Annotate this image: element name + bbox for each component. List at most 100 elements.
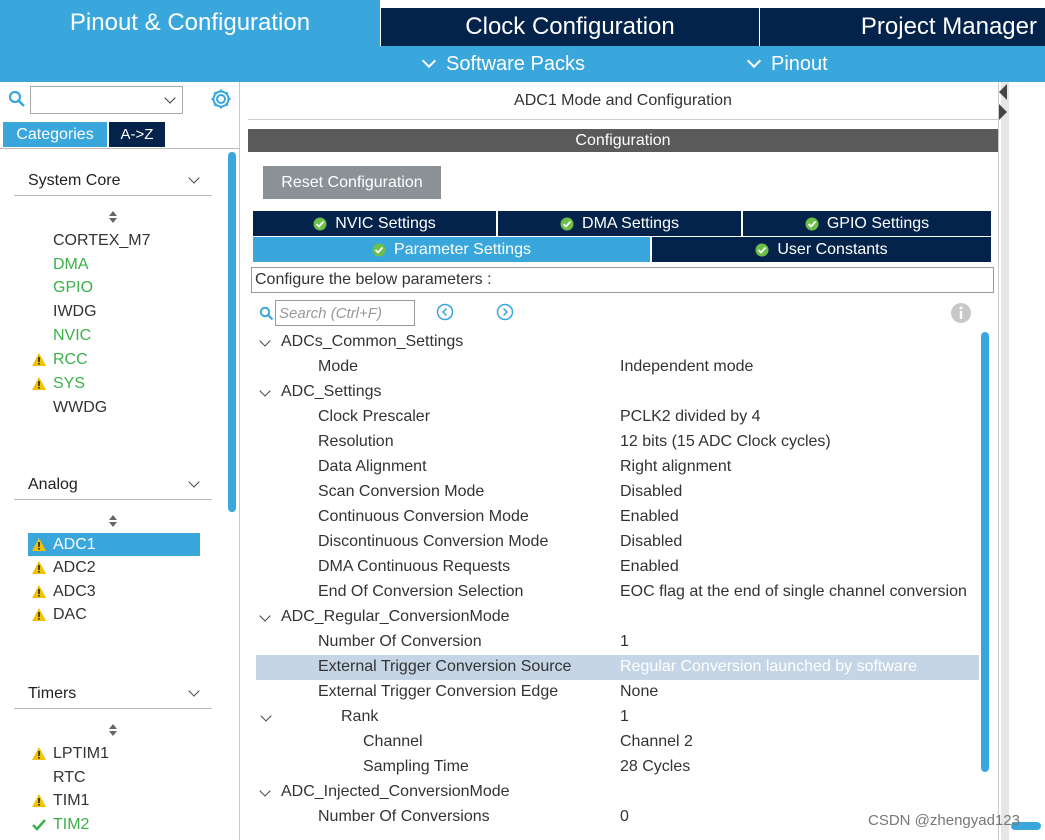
peripheral-label: LPTIM1	[53, 744, 110, 762]
tab-project-manager[interactable]: Project Manager	[760, 8, 1045, 46]
reset-configuration-button[interactable]: Reset Configuration	[263, 166, 441, 199]
parameter-value[interactable]: Enabled	[620, 508, 679, 526]
tab-dma-settings[interactable]: DMA Settings	[498, 211, 741, 236]
peripheral-dac[interactable]: DAC	[28, 603, 200, 626]
search-icon[interactable]	[8, 90, 26, 108]
peripheral-lptim1[interactable]: LPTIM1	[28, 742, 200, 765]
parameter-row[interactable]: Discontinuous Conversion Mode Disabled	[256, 530, 979, 555]
chevron-down-icon[interactable]	[260, 710, 272, 722]
chevron-down-icon[interactable]	[259, 610, 271, 622]
sort-icon[interactable]	[108, 723, 118, 737]
parameter-value[interactable]: 12 bits (15 ADC Clock cycles)	[620, 433, 831, 451]
parameter-row[interactable]: Channel Channel 2	[256, 730, 979, 755]
chevron-down-icon[interactable]	[259, 785, 271, 797]
group-system-core[interactable]: System Core	[14, 166, 212, 196]
parameter-value[interactable]: Disabled	[620, 483, 682, 501]
parameter-value[interactable]: EOC flag at the end of single channel co…	[620, 583, 967, 601]
parameter-group-row[interactable]: ADC_Settings	[256, 380, 979, 405]
parameter-row[interactable]: External Trigger Conversion Edge None	[256, 680, 979, 705]
next-result-icon[interactable]	[496, 303, 514, 321]
parameter-value[interactable]: 0	[620, 808, 629, 826]
tab-gpio-settings[interactable]: GPIO Settings	[743, 211, 991, 236]
parameter-row[interactable]: End Of Conversion Selection EOC flag at t…	[256, 580, 979, 605]
parameter-scrollbar[interactable]	[981, 332, 989, 772]
parameter-value[interactable]: Disabled	[620, 533, 682, 551]
peripheral-wwdg[interactable]: WWDG	[28, 396, 200, 419]
peripheral-adc1[interactable]: ADC1	[28, 533, 200, 556]
peripheral-nvic[interactable]: NVIC	[28, 324, 200, 347]
parameter-value[interactable]: PCLK2 divided by 4	[620, 408, 761, 426]
parameter-search-input[interactable]: Search (Ctrl+F)	[275, 300, 415, 326]
parameter-name: End Of Conversion Selection	[318, 583, 524, 600]
peripheral-sys[interactable]: SYS	[28, 372, 200, 395]
tab-user-constants[interactable]: User Constants	[652, 237, 991, 262]
parameter-row[interactable]: Continuous Conversion Mode Enabled	[256, 505, 979, 530]
chevron-down-icon[interactable]	[259, 335, 271, 347]
warning-icon	[32, 585, 46, 598]
peripheral-gpio[interactable]: GPIO	[28, 276, 200, 299]
chevron-down-icon[interactable]	[259, 385, 271, 397]
peripheral-rtc[interactable]: RTC	[28, 766, 200, 789]
parameter-group-row[interactable]: ADC_Injected_ConversionMode	[256, 780, 979, 805]
peripheral-search-combo[interactable]	[30, 86, 183, 114]
peripheral-tim2[interactable]: TIM2	[28, 813, 200, 836]
search-icon[interactable]	[259, 306, 274, 321]
panel-splitter[interactable]	[1001, 82, 1009, 840]
peripheral-label: TIM2	[53, 815, 90, 833]
peripheral-adc3[interactable]: ADC3	[28, 580, 200, 603]
parameter-row[interactable]: Number Of Conversion 1	[256, 630, 979, 655]
parameter-row[interactable]: Mode Independent mode	[256, 355, 979, 380]
software-packs-menu[interactable]: Software Packs	[420, 46, 585, 82]
parameter-value[interactable]: Channel 2	[620, 733, 693, 751]
tab-categories[interactable]: Categories	[3, 122, 107, 147]
sidebar-scrollbar[interactable]	[228, 152, 236, 512]
software-packs-label: Software Packs	[446, 52, 585, 75]
collapse-left-icon[interactable]	[999, 84, 1007, 100]
sort-icon[interactable]	[108, 210, 118, 224]
tab-pinout-configuration[interactable]: Pinout & Configuration	[0, 0, 380, 46]
peripheral-dma[interactable]: DMA	[28, 253, 200, 276]
parameter-value[interactable]: 1	[620, 708, 629, 726]
parameter-row[interactable]: Sampling Time 28 Cycles	[256, 755, 979, 780]
previous-result-icon[interactable]	[436, 303, 454, 321]
parameter-group-row[interactable]: Rank 1	[256, 705, 979, 730]
parameter-row[interactable]: Scan Conversion Mode Disabled	[256, 480, 979, 505]
tab-nvic-settings[interactable]: NVIC Settings	[253, 211, 496, 236]
parameter-value[interactable]: Regular Conversion launched by software	[620, 658, 917, 676]
parameter-row[interactable]: DMA Continuous Requests Enabled	[256, 555, 979, 580]
parameter-value[interactable]: 1	[620, 633, 629, 651]
peripheral-iwdg[interactable]: IWDG	[28, 300, 200, 323]
parameter-value[interactable]: 28 Cycles	[620, 758, 690, 776]
pinout-menu[interactable]: Pinout	[745, 46, 828, 82]
peripheral-rcc[interactable]: RCC	[28, 348, 200, 371]
tab-a-to-z[interactable]: A->Z	[109, 122, 165, 147]
chevron-down-icon[interactable]	[164, 92, 176, 104]
parameter-row[interactable]: Clock Prescaler PCLK2 divided by 4	[256, 405, 979, 430]
configuration-header: Configuration	[248, 129, 998, 152]
peripheral-cortex-m7[interactable]: CORTEX_M7	[28, 229, 200, 252]
parameter-row[interactable]: External Trigger Conversion Source Regula…	[256, 655, 979, 680]
parameter-value[interactable]: Right alignment	[620, 458, 731, 476]
parameter-group-row[interactable]: ADCs_Common_Settings	[256, 330, 979, 355]
parameter-row[interactable]: Data Alignment Right alignment	[256, 455, 979, 480]
peripheral-adc2[interactable]: ADC2	[28, 556, 200, 579]
group-timers[interactable]: Timers	[14, 679, 212, 709]
parameter-group-row[interactable]: ADC_Regular_ConversionMode	[256, 605, 979, 630]
expand-right-icon[interactable]	[999, 104, 1007, 120]
warning-icon	[32, 608, 46, 621]
tab-parameter-settings[interactable]: Parameter Settings	[253, 237, 650, 262]
info-icon[interactable]	[950, 302, 972, 324]
parameter-value[interactable]: Independent mode	[620, 358, 753, 376]
parameter-value[interactable]: None	[620, 683, 658, 701]
gear-icon[interactable]	[210, 88, 232, 110]
configuration-panel: ADC1 Mode and Configuration Configuratio…	[248, 82, 998, 840]
peripheral-tim1[interactable]: TIM1	[28, 789, 200, 812]
peripheral-label: ADC1	[53, 535, 96, 553]
tab-label: Parameter Settings	[394, 240, 531, 258]
parameter-row[interactable]: Resolution 12 bits (15 ADC Clock cycles)	[256, 430, 979, 455]
group-analog[interactable]: Analog	[14, 470, 212, 500]
parameter-value[interactable]: Enabled	[620, 558, 679, 576]
parameter-name: Mode	[318, 358, 359, 375]
sort-icon[interactable]	[108, 514, 118, 528]
tab-clock-configuration[interactable]: Clock Configuration	[381, 8, 759, 46]
